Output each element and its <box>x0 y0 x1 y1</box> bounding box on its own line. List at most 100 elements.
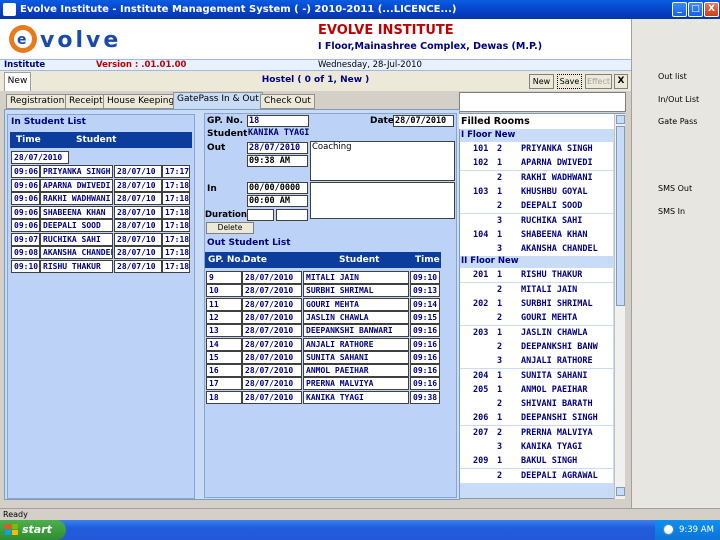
room-row[interactable]: 206 1 DEEPANSHI SINGH <box>460 411 613 426</box>
filled-rooms-search[interactable] <box>459 92 626 112</box>
in-row-time[interactable]: 09:08 <box>11 246 40 259</box>
in-row-time-in[interactable]: 17:18 <box>162 219 190 232</box>
in-row-time-in[interactable]: 17:18 <box>162 232 190 246</box>
room-row[interactable]: 2 DEEPALI SOOD <box>460 199 613 214</box>
out-date-field[interactable]: 28/07/2010 <box>247 142 308 154</box>
room-row[interactable]: 203 1 JASLIN CHAWLA <box>460 325 613 340</box>
close-form-button[interactable]: X <box>614 74 628 89</box>
room-row[interactable]: 103 1 KHUSHBU GOYAL <box>460 184 613 199</box>
out-row-gp[interactable]: 14 <box>206 337 242 351</box>
in-remark-field[interactable] <box>310 182 455 219</box>
out-row-time[interactable]: 09:16 <box>410 364 440 378</box>
in-row-date[interactable]: 28/07/10 <box>114 259 162 273</box>
out-row-date[interactable]: 28/07/2010 <box>242 364 302 378</box>
in-time-field[interactable]: 00:00 AM <box>247 195 308 207</box>
room-row[interactable]: 3 ANJALI RATHORE <box>460 354 613 369</box>
out-row-time[interactable]: 09:16 <box>410 337 440 351</box>
in-row-time-in[interactable]: 17:18 <box>162 246 190 259</box>
room-row[interactable]: 205 1 ANMOL PAEIHAR <box>460 382 613 397</box>
room-row[interactable]: 201 1 RISHU THAKUR <box>460 268 613 283</box>
room-row[interactable]: 102 1 APARNA DWIVEDI <box>460 156 613 171</box>
maximize-button[interactable]: □ <box>688 2 703 17</box>
out-row-gp[interactable]: 13 <box>206 324 242 338</box>
tray-network-icon[interactable] <box>663 524 674 535</box>
in-row-date[interactable]: 28/07/10 <box>114 178 162 192</box>
out-row-student[interactable]: SURBHI SHRIMAL <box>303 284 409 298</box>
out-row-date[interactable]: 28/07/2010 <box>242 297 302 311</box>
room-row[interactable]: 2 MITALI JAIN <box>460 282 613 297</box>
out-row-time[interactable]: 09:16 <box>410 377 440 391</box>
out-list-link[interactable]: Out list <box>658 72 687 81</box>
room-row[interactable]: 3 KANIKA TYAGI <box>460 440 613 454</box>
out-row-date[interactable]: 28/07/2010 <box>242 377 302 391</box>
effect-button[interactable]: Effect <box>585 74 612 89</box>
in-row-time[interactable]: 09:07 <box>11 232 40 246</box>
room-row[interactable]: 3 AKANSHA CHANDEL <box>460 242 613 257</box>
duration-field-2[interactable] <box>276 209 308 221</box>
out-row-date[interactable]: 28/07/2010 <box>242 350 302 364</box>
out-time-field[interactable]: 09:38 AM <box>247 155 308 167</box>
out-row-student[interactable]: JASLIN CHAWLA <box>303 310 409 324</box>
in-row-date[interactable]: 28/07/10 <box>114 192 162 205</box>
in-row-time[interactable]: 09:10 <box>11 259 40 273</box>
in-row-student[interactable]: SHABEENA KHAN <box>40 205 113 219</box>
new-tab[interactable]: New <box>4 72 31 91</box>
room-row[interactable]: 101 2 PRIYANKA SINGH <box>460 142 613 156</box>
in-row-time[interactable]: 09:06 <box>11 219 40 232</box>
in-row-student[interactable]: DEEPALI SOOD <box>40 219 113 232</box>
room-row[interactable]: 3 RUCHIKA SAHI <box>460 213 613 228</box>
out-row-gp[interactable]: 18 <box>206 390 242 404</box>
in-row-time[interactable]: 09:06 <box>11 165 40 178</box>
out-row-student[interactable]: SUNITA SAHANI <box>303 350 409 364</box>
out-row-time[interactable]: 09:13 <box>410 284 440 298</box>
out-row-time[interactable]: 09:10 <box>410 271 440 284</box>
in-row-student[interactable]: APARNA DWIVEDI <box>40 178 113 192</box>
in-row-date[interactable]: 28/07/10 <box>114 246 162 259</box>
in-row-date[interactable]: 28/07/10 <box>114 232 162 246</box>
out-row-date[interactable]: 28/07/2010 <box>242 310 302 324</box>
out-row-student[interactable]: DEEPANKSHI BANWARI <box>303 324 409 338</box>
out-row-gp[interactable]: 12 <box>206 310 242 324</box>
student-field[interactable]: KANIKA TYAGI <box>247 128 454 140</box>
in-row-date[interactable]: 28/07/10 <box>114 219 162 232</box>
tab-house-keeping[interactable]: House Keeping <box>103 94 179 109</box>
out-row-time[interactable]: 09:16 <box>410 350 440 364</box>
in-row-time-in[interactable]: 17:17 <box>162 165 190 178</box>
scroll-down-icon[interactable] <box>616 487 625 496</box>
in-date-field[interactable]: 00/00/0000 <box>247 182 308 194</box>
room-row[interactable]: 202 1 SURBHI SHRIMAL <box>460 297 613 311</box>
tab-receipt[interactable]: Receipt <box>65 94 107 109</box>
scroll-up-icon[interactable] <box>616 115 625 124</box>
in-row-student[interactable]: RISHU THAKUR <box>40 259 113 273</box>
out-row-student[interactable]: KANIKA TYAGI <box>303 390 409 404</box>
in-row-time[interactable]: 09:06 <box>11 205 40 219</box>
duration-field-1[interactable] <box>247 209 274 221</box>
room-row[interactable]: 209 1 BAKUL SINGH <box>460 454 613 469</box>
delete-button[interactable]: Delete <box>206 222 254 234</box>
room-row[interactable]: 2 SHIVANI BARATH <box>460 397 613 412</box>
room-row[interactable]: 2 GOURI MEHTA <box>460 311 613 326</box>
room-row[interactable]: 2 DEEPANKSHI BANW <box>460 339 613 354</box>
tab-gatepass[interactable]: GatePass In & Out <box>173 92 263 109</box>
in-row-student[interactable]: RAKHI WADHWANI <box>40 192 113 205</box>
minimize-button[interactable]: _ <box>672 2 687 17</box>
out-row-gp[interactable]: 9 <box>206 271 242 284</box>
in-row-date[interactable]: 28/07/10 <box>114 165 162 178</box>
filled-rooms-scrollbar[interactable] <box>614 114 625 499</box>
out-row-gp[interactable]: 11 <box>206 297 242 311</box>
in-row-time[interactable]: 09:06 <box>11 192 40 205</box>
in-row-time-in[interactable]: 17:18 <box>162 259 190 273</box>
out-row-student[interactable]: GOURI MEHTA <box>303 297 409 311</box>
remark-field[interactable]: Coaching <box>310 141 455 181</box>
gate-pass-link[interactable]: Gate Pass <box>658 117 697 126</box>
in-row-time[interactable]: 09:06 <box>11 178 40 192</box>
out-row-date[interactable]: 28/07/2010 <box>242 284 302 298</box>
room-row[interactable]: 2 DEEPALI AGRAWAL <box>460 468 613 483</box>
out-row-time[interactable]: 09:15 <box>410 310 440 324</box>
in-out-list-link[interactable]: In/Out List <box>658 95 699 104</box>
out-row-gp[interactable]: 17 <box>206 377 242 391</box>
new-button[interactable]: New <box>529 74 554 89</box>
scroll-thumb[interactable] <box>616 126 625 306</box>
tab-check-out[interactable]: Check Out <box>260 94 315 109</box>
out-row-gp[interactable]: 10 <box>206 284 242 298</box>
